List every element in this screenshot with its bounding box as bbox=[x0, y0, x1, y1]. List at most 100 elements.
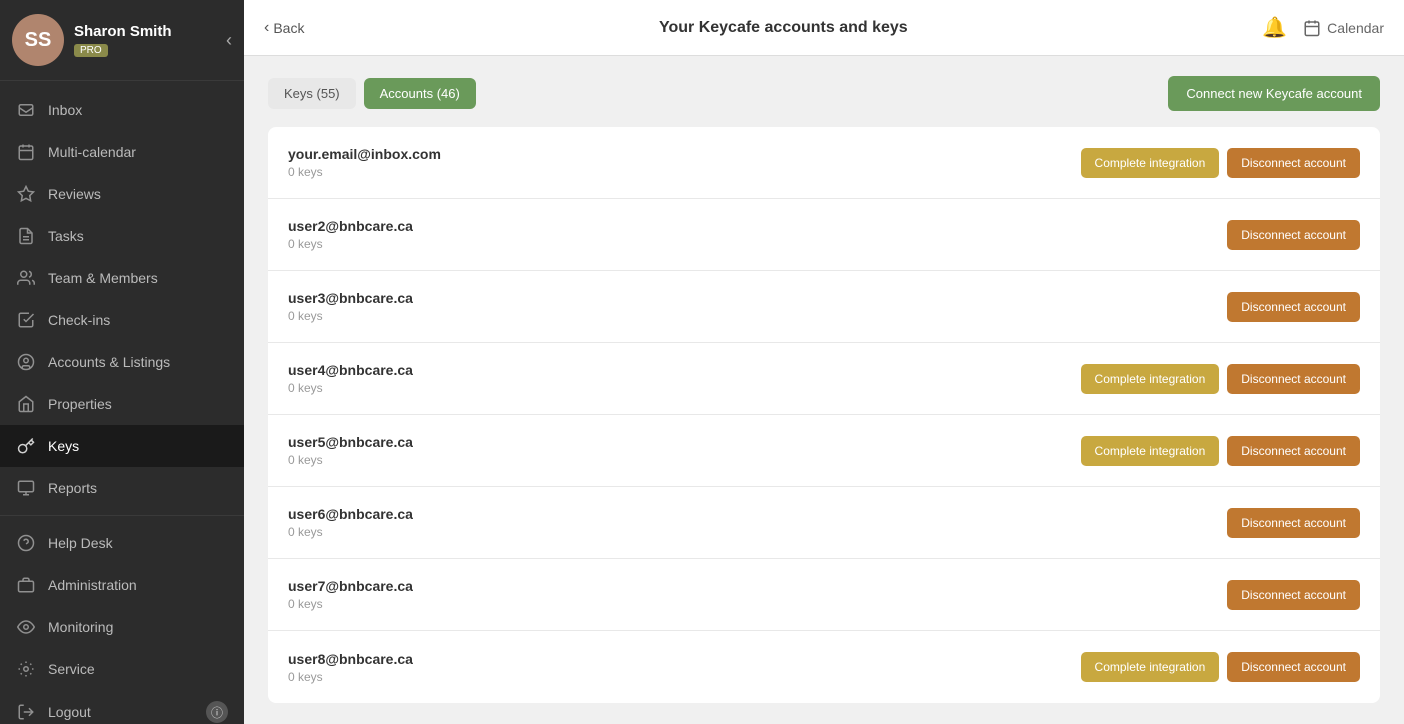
sidebar-item-help-desk[interactable]: Help Desk bbox=[0, 522, 244, 564]
complete-integration-button[interactable]: Complete integration bbox=[1081, 436, 1220, 466]
disconnect-account-button[interactable]: Disconnect account bbox=[1227, 364, 1360, 394]
tab-keys[interactable]: Keys (55) bbox=[268, 78, 356, 109]
user-info: Sharon Smith PRO bbox=[74, 23, 172, 58]
account-email: user3@bnbcare.ca bbox=[288, 290, 1227, 306]
monitoring-icon bbox=[16, 617, 36, 637]
page-title: Your Keycafe accounts and keys bbox=[320, 19, 1246, 37]
account-email: user4@bnbcare.ca bbox=[288, 362, 1081, 378]
properties-icon bbox=[16, 394, 36, 414]
account-info: user6@bnbcare.ca 0 keys bbox=[288, 506, 1227, 539]
sidebar-item-properties[interactable]: Properties bbox=[0, 383, 244, 425]
sidebar-item-label: Reviews bbox=[48, 186, 101, 202]
info-icon[interactable]: ⓘ bbox=[206, 701, 228, 723]
sidebar-toggle[interactable]: ‹ bbox=[226, 30, 232, 51]
sidebar-item-label: Reports bbox=[48, 480, 97, 496]
top-bar: ‹ Back Your Keycafe accounts and keys 🔔 … bbox=[244, 0, 1404, 56]
keys-icon bbox=[16, 436, 36, 456]
sidebar-item-label: Check-ins bbox=[48, 312, 110, 328]
calendar-label: Calendar bbox=[1327, 20, 1384, 36]
disconnect-account-button[interactable]: Disconnect account bbox=[1227, 508, 1360, 538]
sidebar-nav: Inbox Multi-calendar Reviews bbox=[0, 81, 244, 724]
account-row: user6@bnbcare.ca 0 keysDisconnect account bbox=[268, 487, 1380, 559]
connect-keycafe-button[interactable]: Connect new Keycafe account bbox=[1168, 76, 1380, 111]
sidebar-item-label: Logout bbox=[48, 704, 91, 720]
account-actions: Complete integrationDisconnect account bbox=[1081, 436, 1360, 466]
account-row: user5@bnbcare.ca0 keysComplete integrati… bbox=[268, 415, 1380, 487]
account-info: user5@bnbcare.ca0 keys bbox=[288, 434, 1081, 467]
sidebar-item-multi-calendar[interactable]: Multi-calendar bbox=[0, 131, 244, 173]
account-actions: Complete integrationDisconnect account bbox=[1081, 148, 1360, 178]
sidebar-item-label: Team & Members bbox=[48, 270, 158, 286]
account-keys-count: 0 keys bbox=[288, 381, 1081, 395]
disconnect-account-button[interactable]: Disconnect account bbox=[1227, 580, 1360, 610]
sidebar-item-keys[interactable]: Keys bbox=[0, 425, 244, 467]
account-keys-count: 0 keys bbox=[288, 525, 1227, 539]
account-keys-count: 0 keys bbox=[288, 165, 1081, 179]
account-email: user7@bnbcare.ca bbox=[288, 578, 1227, 594]
avatar-initials: SS bbox=[25, 29, 52, 52]
disconnect-account-button[interactable]: Disconnect account bbox=[1227, 220, 1360, 250]
tabs-row: Keys (55) Accounts (46) Connect new Keyc… bbox=[268, 76, 1380, 111]
complete-integration-button[interactable]: Complete integration bbox=[1081, 652, 1220, 682]
account-row: your.email@inbox.com0 keysComplete integ… bbox=[268, 127, 1380, 199]
sidebar-item-service[interactable]: Service bbox=[0, 648, 244, 690]
complete-integration-button[interactable]: Complete integration bbox=[1081, 148, 1220, 178]
checkin-icon bbox=[16, 310, 36, 330]
avatar: SS bbox=[12, 14, 64, 66]
sidebar-item-label: Accounts & Listings bbox=[48, 354, 170, 370]
disconnect-account-button[interactable]: Disconnect account bbox=[1227, 148, 1360, 178]
sidebar-header: SS Sharon Smith PRO ‹ bbox=[0, 0, 244, 81]
inbox-icon bbox=[16, 100, 36, 120]
sidebar-item-reviews[interactable]: Reviews bbox=[0, 173, 244, 215]
account-row: user2@bnbcare.ca0 keysDisconnect account bbox=[268, 199, 1380, 271]
back-label: Back bbox=[273, 20, 304, 36]
back-chevron-icon: ‹ bbox=[264, 19, 269, 37]
account-info: user4@bnbcare.ca 0 keys bbox=[288, 362, 1081, 395]
sidebar-item-inbox[interactable]: Inbox bbox=[0, 89, 244, 131]
sidebar: SS Sharon Smith PRO ‹ Inbox bbox=[0, 0, 244, 724]
sidebar-item-reports[interactable]: Reports bbox=[0, 467, 244, 509]
admin-icon bbox=[16, 575, 36, 595]
calendar-icon bbox=[1303, 19, 1321, 37]
account-actions: Complete integrationDisconnect account bbox=[1081, 652, 1360, 682]
notifications-icon[interactable]: 🔔 bbox=[1262, 15, 1287, 40]
sidebar-item-label: Properties bbox=[48, 396, 112, 412]
account-keys-count: 0 keys bbox=[288, 597, 1227, 611]
calendar-icon bbox=[16, 142, 36, 162]
content-area: Keys (55) Accounts (46) Connect new Keyc… bbox=[244, 56, 1404, 724]
sidebar-item-label: Monitoring bbox=[48, 619, 113, 635]
sidebar-item-label: Inbox bbox=[48, 102, 82, 118]
user-badge: PRO bbox=[74, 44, 108, 57]
account-actions: Disconnect account bbox=[1227, 580, 1360, 610]
back-button[interactable]: ‹ Back bbox=[264, 19, 304, 37]
tab-accounts[interactable]: Accounts (46) bbox=[364, 78, 476, 109]
sidebar-item-check-ins[interactable]: Check-ins bbox=[0, 299, 244, 341]
account-list: your.email@inbox.com0 keysComplete integ… bbox=[268, 127, 1380, 703]
calendar-button[interactable]: Calendar bbox=[1303, 19, 1384, 37]
sidebar-item-accounts-listings[interactable]: Accounts & Listings bbox=[0, 341, 244, 383]
sidebar-item-label: Help Desk bbox=[48, 535, 113, 551]
main-content: ‹ Back Your Keycafe accounts and keys 🔔 … bbox=[244, 0, 1404, 724]
sidebar-item-logout[interactable]: Logout ⓘ bbox=[0, 690, 244, 724]
disconnect-account-button[interactable]: Disconnect account bbox=[1227, 436, 1360, 466]
sidebar-item-label: Service bbox=[48, 661, 95, 677]
sidebar-item-team-members[interactable]: Team & Members bbox=[0, 257, 244, 299]
sidebar-item-label: Keys bbox=[48, 438, 79, 454]
team-icon bbox=[16, 268, 36, 288]
user-name: Sharon Smith bbox=[74, 23, 172, 40]
sidebar-item-monitoring[interactable]: Monitoring bbox=[0, 606, 244, 648]
top-actions: 🔔 Calendar bbox=[1262, 15, 1384, 40]
account-info: your.email@inbox.com0 keys bbox=[288, 146, 1081, 179]
account-keys-count: 0 keys bbox=[288, 670, 1081, 684]
account-email: user6@bnbcare.ca bbox=[288, 506, 1227, 522]
disconnect-account-button[interactable]: Disconnect account bbox=[1227, 652, 1360, 682]
star-icon bbox=[16, 184, 36, 204]
sidebar-item-administration[interactable]: Administration bbox=[0, 564, 244, 606]
account-actions: Disconnect account bbox=[1227, 508, 1360, 538]
account-info: user2@bnbcare.ca0 keys bbox=[288, 218, 1227, 251]
complete-integration-button[interactable]: Complete integration bbox=[1081, 364, 1220, 394]
account-info: user3@bnbcare.ca0 keys bbox=[288, 290, 1227, 323]
sidebar-item-tasks[interactable]: Tasks bbox=[0, 215, 244, 257]
disconnect-account-button[interactable]: Disconnect account bbox=[1227, 292, 1360, 322]
account-keys-count: 0 keys bbox=[288, 453, 1081, 467]
